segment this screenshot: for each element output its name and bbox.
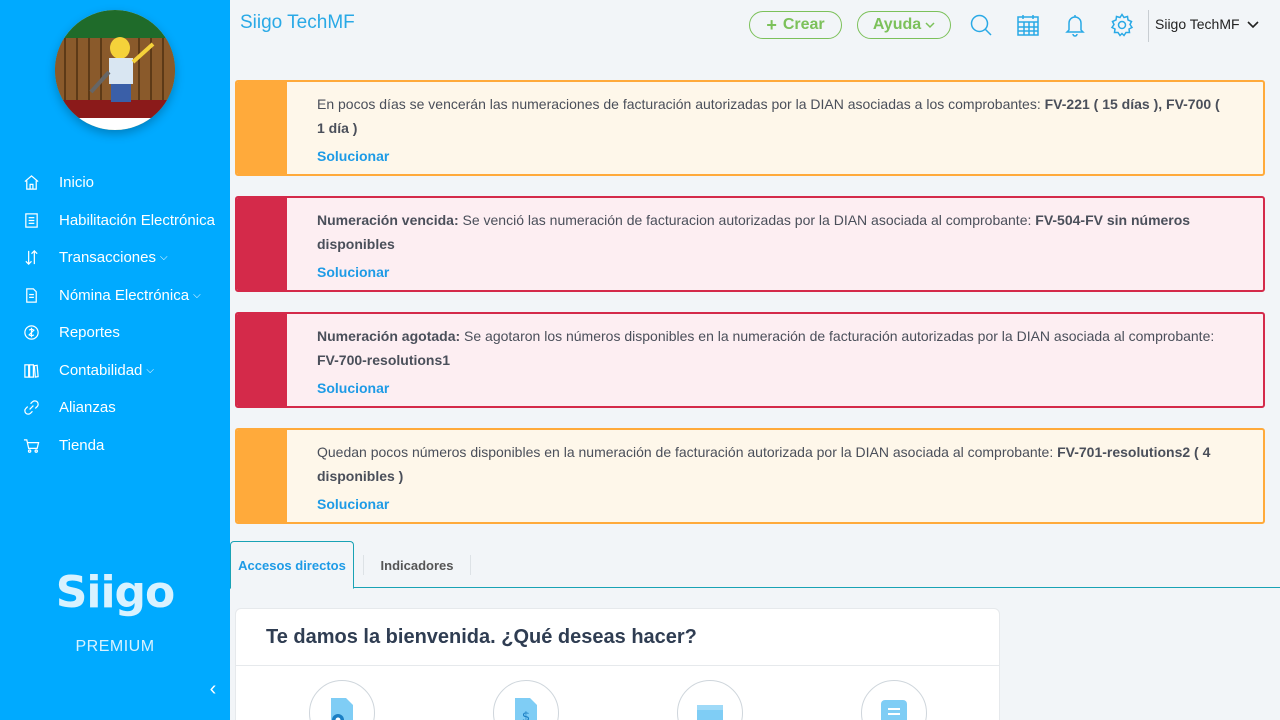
note-icon: [881, 700, 907, 720]
solve-link[interactable]: Solucionar: [317, 264, 389, 280]
welcome-card: Te damos la bienvenida. ¿Qué deseas hace…: [235, 608, 1000, 720]
dashboard-tabs: Accesos directos Indicadores: [230, 541, 1280, 589]
quick-action-note[interactable]: [861, 680, 927, 720]
alert-color-bar: [237, 198, 287, 290]
calendar-icon[interactable]: [1016, 13, 1042, 39]
welcome-title: Te damos la bienvenida. ¿Qué deseas hace…: [266, 626, 697, 648]
chevron-down-icon: ⌵: [160, 252, 168, 264]
sidebar-item-label: Transacciones: [59, 249, 156, 267]
books-icon: [22, 361, 40, 379]
receipt-icon: [22, 211, 40, 229]
sidebar: Inicio Habilitación Electrónica Transacc…: [0, 0, 230, 720]
tab-accesos-directos[interactable]: Accesos directos: [230, 541, 354, 589]
transactions-icon: [22, 249, 40, 267]
svg-text:$: $: [522, 710, 530, 720]
solve-link[interactable]: Solucionar: [317, 148, 389, 164]
alert-low-numbers: Quedan pocos números disponibles en la n…: [235, 428, 1265, 524]
brand-wordmark: Siigo: [55, 567, 176, 618]
help-button-label: Ayuda: [872, 16, 922, 33]
brand-edition: PREMIUM: [75, 638, 155, 655]
sidebar-item-habilitacion[interactable]: Habilitación Electrónica: [0, 202, 230, 240]
sidebar-item-label: Tienda: [59, 436, 105, 454]
sidebar-nav: Inicio Habilitación Electrónica Transacc…: [0, 164, 230, 464]
alert-message: Quedan pocos números disponibles en la n…: [317, 440, 1227, 488]
alert-message: Numeración vencida: Se venció las numera…: [317, 208, 1227, 256]
header-divider: [1148, 10, 1149, 42]
solve-link[interactable]: Solucionar: [317, 496, 389, 512]
siigo-logo: Siigo PREMIUM: [50, 568, 180, 656]
sidebar-item-tienda[interactable]: Tienda: [0, 427, 230, 465]
top-header: Siigo TechMF + Crear Ayuda Siigo TechMF: [230, 0, 1280, 50]
quick-action-invoice[interactable]: $: [493, 680, 559, 720]
cart-icon: [22, 436, 40, 454]
document-gear-icon: [331, 698, 353, 720]
sidebar-item-nomina[interactable]: Nómina Electrónica ⌵: [0, 277, 230, 315]
help-button[interactable]: Ayuda: [857, 11, 951, 39]
avatar-image: [55, 10, 175, 130]
solve-link[interactable]: Solucionar: [317, 380, 389, 396]
alert-message: Numeración agotada: Se agotaron los núme…: [317, 324, 1227, 372]
alert-text: Se venció las numeración de facturacion …: [458, 212, 1036, 228]
sidebar-item-label: Reportes: [59, 324, 120, 342]
sidebar-item-transacciones[interactable]: Transacciones ⌵: [0, 239, 230, 277]
link-icon: [22, 399, 40, 417]
alert-highlight: FV-700-resolutions1: [317, 352, 451, 368]
alert-text: Se agotaron los números disponibles en l…: [460, 328, 1215, 344]
alert-message: En pocos días se vencerán las numeracion…: [317, 92, 1227, 140]
sidebar-item-label: Alianzas: [59, 399, 116, 417]
tab-indicadores[interactable]: Indicadores: [363, 555, 471, 575]
create-button[interactable]: + Crear: [749, 11, 842, 39]
user-menu[interactable]: Siigo TechMF: [1155, 16, 1260, 32]
chevron-down-icon: [925, 22, 935, 29]
sidebar-item-label: Habilitación Electrónica: [59, 211, 215, 229]
invoice-icon: $: [515, 698, 537, 720]
alert-exhausted-numbering: Numeración agotada: Se agotaron los núme…: [235, 312, 1265, 408]
gear-icon[interactable]: [1110, 13, 1136, 39]
quick-action-wallet[interactable]: [677, 680, 743, 720]
alert-text: En pocos días se vencerán las numeracion…: [317, 96, 1045, 112]
card-divider: [236, 665, 999, 666]
globe-icon: [22, 324, 40, 342]
alert-color-bar: [237, 314, 287, 406]
quick-action-document-settings[interactable]: [309, 680, 375, 720]
plus-icon: +: [766, 14, 777, 35]
company-title: Siigo TechMF: [240, 12, 355, 33]
sidebar-item-label: Inicio: [59, 174, 95, 192]
user-menu-label: Siigo TechMF: [1155, 16, 1240, 32]
collapse-sidebar-icon[interactable]: ‹: [203, 678, 223, 700]
wallet-icon: [697, 705, 723, 720]
sidebar-item-contabilidad[interactable]: Contabilidad ⌵: [0, 352, 230, 390]
alert-expiring-numbering: En pocos días se vencerán las numeracion…: [235, 80, 1265, 176]
alert-expired-numbering: Numeración vencida: Se venció las numera…: [235, 196, 1265, 292]
home-icon: [22, 174, 40, 192]
bell-icon[interactable]: [1063, 13, 1089, 39]
alert-color-bar: [237, 82, 287, 174]
alert-lead: Numeración vencida:: [317, 212, 459, 228]
alert-lead: Numeración agotada:: [317, 328, 461, 344]
chevron-down-icon: ⌵: [193, 289, 201, 301]
search-icon[interactable]: [969, 13, 995, 39]
sidebar-item-label: Nómina Electrónica: [59, 286, 190, 304]
chevron-down-icon: [1247, 21, 1260, 29]
sidebar-item-inicio[interactable]: Inicio: [0, 164, 230, 202]
chevron-down-icon: ⌵: [146, 364, 154, 376]
sidebar-item-label: Contabilidad: [59, 361, 143, 379]
sidebar-item-reportes[interactable]: Reportes: [0, 314, 230, 352]
document-icon: [22, 286, 40, 304]
company-avatar[interactable]: [55, 10, 175, 130]
alert-color-bar: [237, 430, 287, 522]
sidebar-item-alianzas[interactable]: Alianzas: [0, 389, 230, 427]
alert-text: Quedan pocos números disponibles en la n…: [317, 444, 1058, 460]
create-button-label: Crear: [782, 16, 825, 33]
